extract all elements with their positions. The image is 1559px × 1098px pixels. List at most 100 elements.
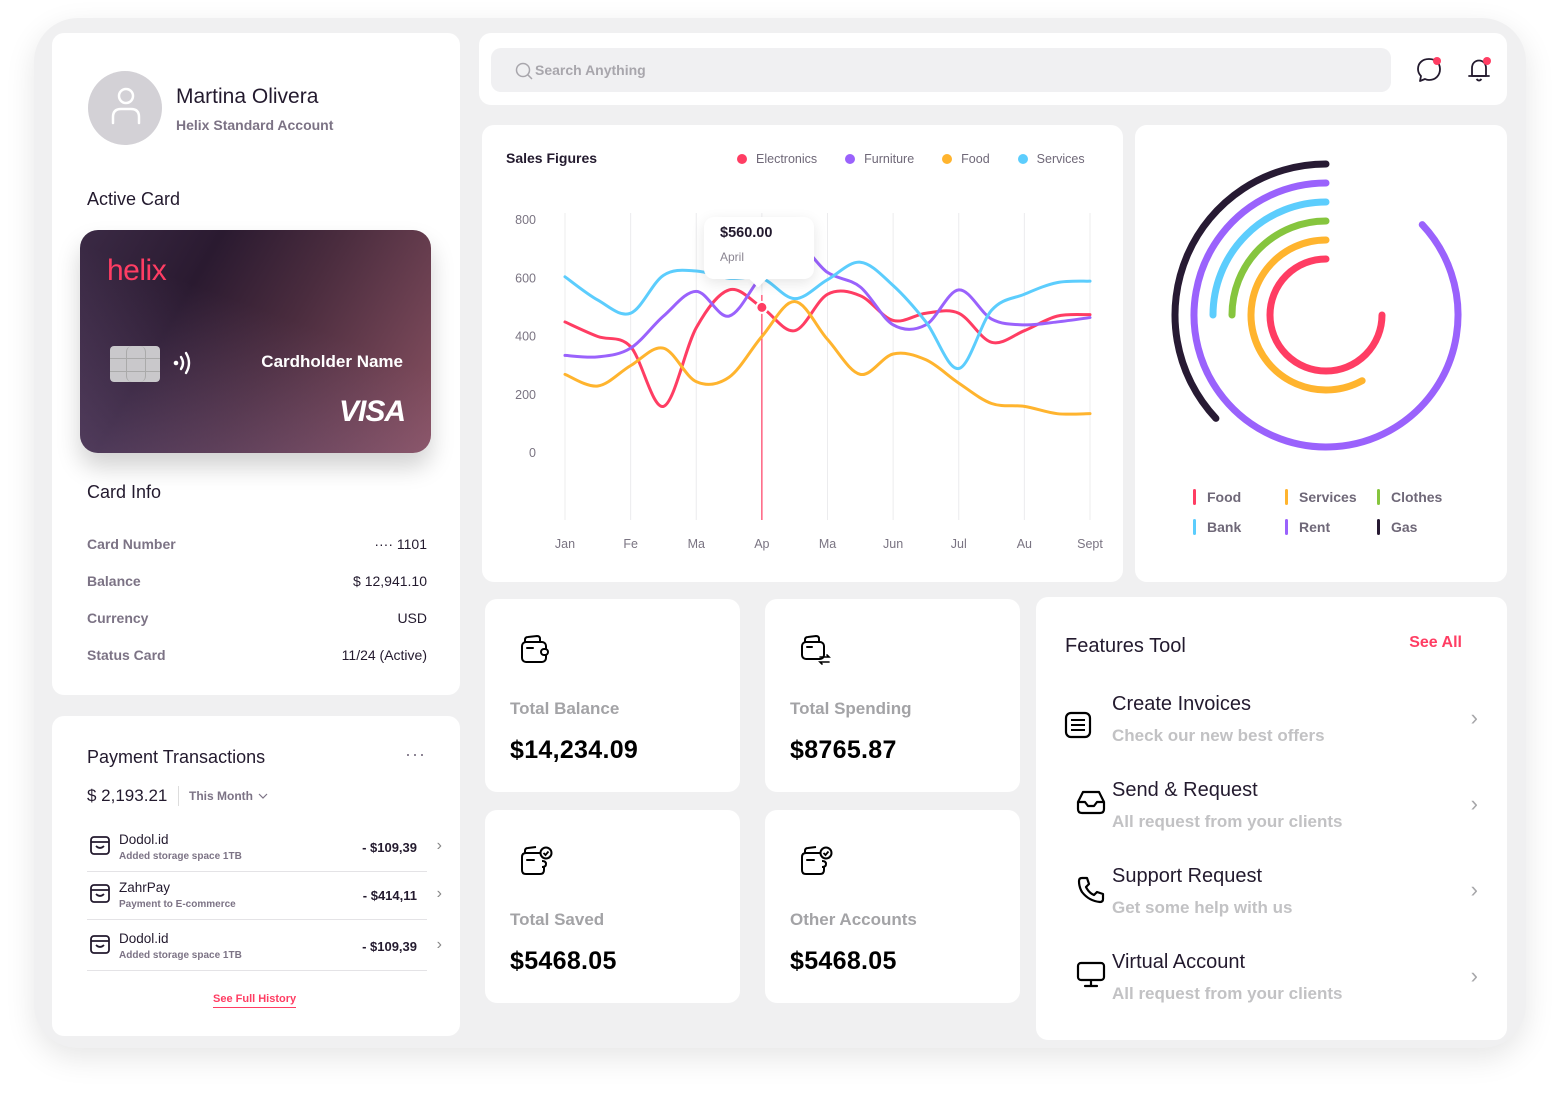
stat-value: $8765.87 <box>790 736 897 764</box>
legend-marker <box>1285 519 1288 535</box>
x-tick-label: Au <box>1017 537 1032 551</box>
stat-card-total-balance[interactable]: Total Balance $14,234.09 <box>485 599 740 792</box>
visa-logo: VISA <box>338 395 406 428</box>
see-all-link[interactable]: See All <box>1409 634 1462 652</box>
monitor-icon <box>1076 961 1106 988</box>
tooltip-label: April <box>720 250 745 264</box>
legend-label: Food <box>1207 489 1242 505</box>
legend-item-food[interactable]: Food <box>942 152 990 166</box>
divider <box>87 970 427 971</box>
feature-name: Create Invoices <box>1112 693 1251 715</box>
x-tick-label: Jan <box>555 537 575 551</box>
chevron-right-icon: › <box>1470 877 1478 902</box>
chat-button[interactable] <box>1414 55 1444 85</box>
transaction-desc: Payment to E-commerce <box>119 899 236 910</box>
transaction-row[interactable]: ZahrPay Payment to E-commerce - $414,11 … <box>87 872 442 920</box>
tooltip-point <box>755 300 769 314</box>
legend-marker <box>1193 489 1196 505</box>
stat-card-total-saved[interactable]: Total Saved $5468.05 <box>485 810 740 1003</box>
inbox-icon <box>1076 790 1106 815</box>
x-tick-label: Ma <box>688 537 705 551</box>
phone-icon <box>1077 876 1105 904</box>
legend-marker <box>1285 489 1288 505</box>
transaction-name: ZahrPay <box>119 880 171 895</box>
chart-tooltip: $560.00 April <box>704 217 814 279</box>
stat-label: Other Accounts <box>790 910 917 929</box>
stat-value: $5468.05 <box>510 947 617 975</box>
legend-marker <box>1377 489 1380 505</box>
account-type: Helix Standard Account <box>176 117 334 133</box>
y-tick-label: 400 <box>515 330 536 344</box>
transaction-row[interactable]: Dodol.id Added storage space 1TB - $109,… <box>87 824 442 872</box>
y-tick-label: 0 <box>529 446 536 460</box>
search-bar[interactable] <box>491 48 1391 92</box>
legend-dot <box>737 154 747 164</box>
category-radial-panel: Food Services Clothes Bank Rent Gas <box>1135 125 1507 582</box>
stat-label: Total Balance <box>510 699 620 718</box>
stat-card-other-accounts[interactable]: Other Accounts $5468.05 <box>765 810 1020 1003</box>
transaction-desc: Added storage space 1TB <box>119 851 242 862</box>
legend-item-services[interactable]: Services <box>1017 152 1085 166</box>
credit-card[interactable]: helix Cardholder Name VISA <box>80 230 431 453</box>
radial-bar-chart <box>1171 160 1462 451</box>
search-icon <box>515 62 533 80</box>
legend-item-food[interactable]: Food <box>1193 489 1285 505</box>
notifications-button[interactable] <box>1464 55 1494 85</box>
feature-virtual-account[interactable]: Virtual Account All request from your cl… <box>1058 951 1478 1021</box>
legend-label: Services <box>1036 152 1085 166</box>
features-tool-panel: Features Tool See All Create Invoices Ch… <box>1036 597 1507 1040</box>
x-tick-label: Fe <box>623 537 638 551</box>
currency-row: Currency USD <box>87 610 427 626</box>
legend-item-furniture[interactable]: Furniture <box>845 152 914 166</box>
chevron-down-icon <box>258 793 268 799</box>
legend-item-services[interactable]: Services <box>1285 489 1377 505</box>
legend-marker <box>1377 519 1380 535</box>
user-icon <box>111 87 141 125</box>
radial-arc-food <box>1266 255 1386 375</box>
sales-figures-panel: Jan Fe Ma Ap Ma Jun Jul Au Sept 0 200 400 600 800 Sal… <box>482 125 1123 582</box>
legend-dot <box>1017 154 1028 164</box>
transactions-total: $ 2,193.21 <box>87 786 168 805</box>
info-value: 11/24 (Active) <box>341 647 427 663</box>
legend-dot <box>845 154 856 164</box>
legend-item-rent[interactable]: Rent <box>1285 519 1377 535</box>
more-options-button[interactable]: ··· <box>405 744 426 765</box>
period-dropdown[interactable]: This Month <box>178 786 268 806</box>
legend-label: Food <box>961 152 990 166</box>
tooltip-value: $560.00 <box>720 225 773 241</box>
feature-name: Send & Request <box>1112 779 1258 801</box>
stat-value: $5468.05 <box>790 947 897 975</box>
transaction-row[interactable]: Dodol.id Added storage space 1TB - $109,… <box>87 923 442 971</box>
legend-item-bank[interactable]: Bank <box>1193 519 1285 535</box>
legend-label: Electronics <box>756 152 818 166</box>
balance-row: Balance $ 12,941.10 <box>87 573 427 589</box>
info-label: Currency <box>87 610 149 626</box>
chip-icon <box>110 346 160 382</box>
divider <box>87 919 427 920</box>
wallet-check-icon <box>801 846 833 875</box>
stat-card-total-spending[interactable]: Total Spending $8765.87 <box>765 599 1020 792</box>
transaction-amount: - $414,11 <box>362 888 417 903</box>
legend-label: Services <box>1299 489 1357 505</box>
avatar[interactable] <box>88 71 162 145</box>
invoice-icon <box>1064 711 1092 739</box>
chevron-right-icon: › <box>1470 705 1478 730</box>
legend-item-electronics[interactable]: Electronics <box>737 152 817 166</box>
transaction-desc: Added storage space 1TB <box>119 950 242 961</box>
feature-support-request[interactable]: Support Request Get some help with us › <box>1058 865 1478 935</box>
info-label: Balance <box>87 573 141 589</box>
search-input[interactable] <box>535 48 1335 92</box>
shopping-bag-icon <box>90 884 110 903</box>
features-title: Features Tool <box>1065 635 1186 657</box>
chevron-right-icon: › <box>436 936 442 953</box>
wallet-icon <box>521 634 549 663</box>
chevron-right-icon: › <box>1470 791 1478 816</box>
feature-send-request[interactable]: Send & Request All request from your cli… <box>1058 779 1478 849</box>
see-full-history-link[interactable]: See Full History <box>213 993 297 1008</box>
legend-item-clothes[interactable]: Clothes <box>1377 489 1469 505</box>
feature-create-invoices[interactable]: Create Invoices Check our new best offer… <box>1058 693 1478 763</box>
profile-panel: Martina Olivera Helix Standard Account A… <box>52 33 460 695</box>
legend-marker <box>1193 519 1196 535</box>
legend-item-gas[interactable]: Gas <box>1377 519 1469 535</box>
active-card-title: Active Card <box>87 189 181 209</box>
